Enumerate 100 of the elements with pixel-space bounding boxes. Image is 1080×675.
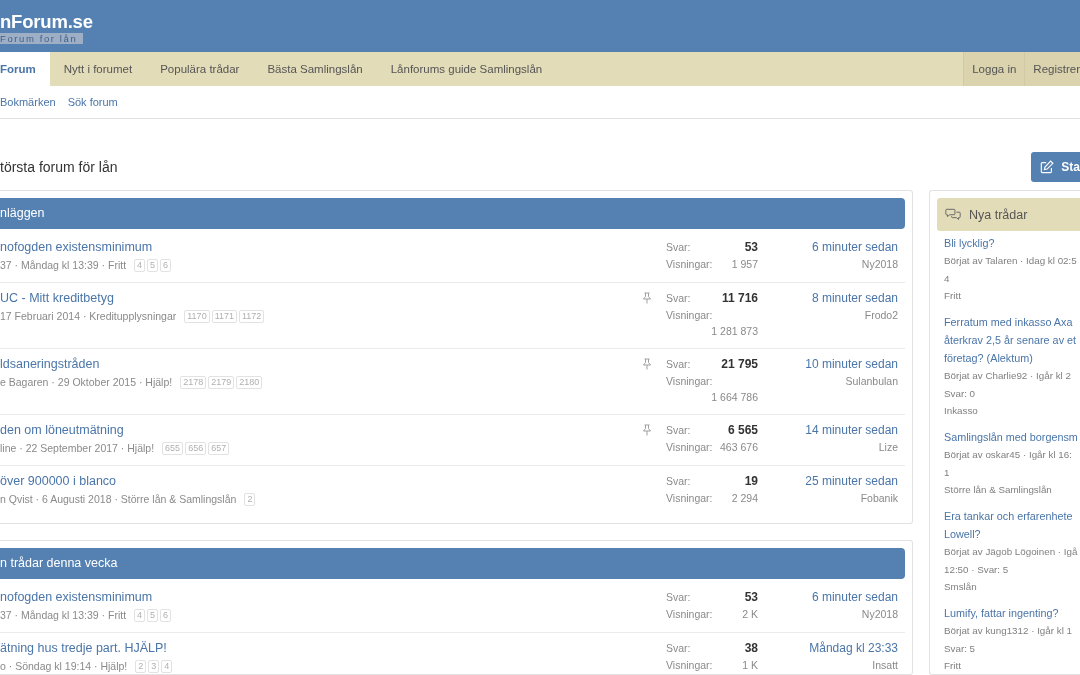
sidebar-title: Nya trådar <box>969 207 1028 222</box>
thread-title[interactable]: ätning hus tredje part. HJÄLP! <box>0 639 167 658</box>
thread-title[interactable]: den om löneutmätning <box>0 421 124 440</box>
page-link[interactable]: 2180 <box>236 375 263 389</box>
thread-title[interactable]: Lumify, fattar ingenting? <box>944 604 1059 622</box>
page-link[interactable]: 2 <box>135 659 147 673</box>
thread-title[interactable]: ldsaneringstråden <box>0 355 100 374</box>
replies-count: 21 795 <box>721 356 758 373</box>
page-link[interactable]: 2178 <box>180 375 207 389</box>
edit-icon <box>1040 160 1055 174</box>
thread-meta: Börjat av Jägob Lögoinen · Igå 12:50 · Svar: 5 <box>944 545 1078 577</box>
last-poster[interactable]: Fobanik <box>860 490 898 506</box>
page-link[interactable]: 1170 <box>184 309 210 323</box>
thread-meta: o · Söndag kl 19:14 · Hjälp! <box>0 659 128 674</box>
thread-meta: line · 22 September 2017 · Hjälp! <box>0 441 155 456</box>
forum-link[interactable]: Större lån & Samlingslån <box>944 481 1052 498</box>
last-post-time[interactable]: 10 minuter sedan <box>805 355 898 373</box>
page-link[interactable]: 4 <box>134 258 146 272</box>
nav-tab[interactable]: Populära trådar <box>146 52 254 86</box>
thread-meta: 17 Februari 2014 · Kreditupplysningar <box>0 309 177 324</box>
page-link[interactable]: 3 <box>148 659 160 673</box>
forum-link[interactable]: Fritt <box>944 287 961 304</box>
replies-count: 53 <box>744 589 758 606</box>
thread-meta: 37 · Måndag kl 13:39 · Fritt <box>0 608 127 623</box>
views-count: 2 K <box>742 607 758 622</box>
forum-link[interactable]: Smslån <box>944 578 977 595</box>
replies-count: 6 565 <box>727 422 758 439</box>
views-label: Visningar: <box>666 308 713 323</box>
last-poster[interactable]: Insatt <box>872 657 898 673</box>
page-link[interactable]: 1172 <box>239 309 265 323</box>
page-link[interactable]: 1171 <box>211 309 237 323</box>
views-label: Visningar: <box>666 257 713 272</box>
views-count: 1 957 <box>731 257 758 272</box>
subnav-link[interactable]: Sök forum <box>67 96 118 108</box>
thread-title[interactable]: Samlingslån med borgensm <box>944 428 1078 446</box>
forum-link[interactable]: Fritt <box>944 657 961 674</box>
thread-meta: Börjat av Talaren · Idag kl 02:5 4 <box>944 254 1077 286</box>
nav-tab[interactable]: Lånforums guide Samlingslån <box>376 52 557 86</box>
section-header: n trådar denna vecka <box>0 548 905 579</box>
page-link[interactable]: 4 <box>161 659 173 673</box>
views-label: Visningar: <box>666 440 713 455</box>
nav-tab[interactable]: Bästa Samlingslån <box>253 52 377 86</box>
account-link[interactable]: Registrer <box>1024 52 1080 86</box>
page-link[interactable]: 6 <box>160 608 172 622</box>
page-link[interactable]: 655 <box>162 441 184 455</box>
thread-meta: n Qvist · 6 Augusti 2018 · Större lån & Samlingslån <box>0 492 237 507</box>
last-poster[interactable]: Sulanbulan <box>845 373 898 389</box>
page-link[interactable]: 6 <box>160 258 172 272</box>
replies-count: 53 <box>744 239 758 256</box>
site-logo[interactable]: nForum.se <box>0 10 93 33</box>
thread-title[interactable]: över 900000 i blanco <box>0 472 117 491</box>
replies-label: Svar: <box>666 357 691 372</box>
thread-meta: Börjat av oskar45 · Igår kl 16: 1 <box>944 448 1072 480</box>
thread-title[interactable]: Bli lycklig? <box>944 234 995 252</box>
last-post-time[interactable]: 6 minuter sedan <box>811 588 898 606</box>
last-post-time[interactable]: 25 minuter sedan <box>805 472 898 490</box>
views-count: 1 K <box>742 658 758 673</box>
page-link[interactable]: 2 <box>244 492 256 506</box>
thread-title[interactable]: Ferratum med inkasso Axa återkrav 2,5 år senare av et företag? (Alektum) <box>944 313 1077 367</box>
last-post-time[interactable]: 8 minuter sedan <box>811 289 898 307</box>
views-count: 1 281 873 <box>711 324 758 339</box>
views-label: Visningar: <box>666 607 713 622</box>
page-link[interactable]: 657 <box>208 441 230 455</box>
views-label: Visningar: <box>666 374 713 389</box>
thread-title[interactable]: nofogden existensminimum <box>0 238 153 257</box>
thread-title[interactable]: UC - Mitt kreditbetyg <box>0 289 114 308</box>
last-poster[interactable]: Ny2018 <box>861 256 898 272</box>
views-label: Visningar: <box>666 658 713 673</box>
thread-meta: e Bagaren · 29 Oktober 2015 · Hjälp! <box>0 375 173 390</box>
section-header: nläggen <box>0 198 905 229</box>
views-count: 463 676 <box>720 440 758 455</box>
account-link[interactable]: Logga in <box>963 52 1025 86</box>
replies-label: Svar: <box>666 641 691 656</box>
thread-meta: Börjat av kung1312 · Igår kl 1 Svar: 5 <box>944 624 1072 656</box>
replies-label: Svar: <box>666 590 691 605</box>
thread-meta: 37 · Måndag kl 13:39 · Fritt <box>0 258 127 273</box>
last-post-time[interactable]: 14 minuter sedan <box>805 421 898 439</box>
new-thread-button[interactable]: Sta <box>1031 152 1080 182</box>
thread-title[interactable]: Era tankar och erfarenhete Lowell? <box>944 507 1073 543</box>
page-title: törsta forum för lån <box>0 159 118 175</box>
replies-label: Svar: <box>666 240 691 255</box>
nav-tab[interactable]: Forum <box>0 52 50 86</box>
page-link[interactable]: 2179 <box>208 375 235 389</box>
page-link[interactable]: 656 <box>185 441 207 455</box>
replies-label: Svar: <box>666 423 691 438</box>
subnav-link[interactable]: Bokmärken <box>0 96 56 108</box>
last-poster[interactable]: Frodo2 <box>864 307 898 323</box>
chat-icon <box>945 207 961 222</box>
replies-count: 11 716 <box>721 290 758 307</box>
thread-title[interactable]: nofogden existensminimum <box>0 588 153 607</box>
forum-link[interactable]: Inkasso <box>944 402 978 419</box>
views-label: Visningar: <box>666 491 713 506</box>
page-link[interactable]: 4 <box>134 608 146 622</box>
last-post-time[interactable]: 6 minuter sedan <box>811 238 898 256</box>
nav-tab[interactable]: Nytt i forumet <box>49 52 147 86</box>
last-poster[interactable]: Lize <box>878 439 898 455</box>
page-link[interactable]: 5 <box>147 608 159 622</box>
last-post-time[interactable]: Måndag kl 23:33 <box>809 639 898 657</box>
page-link[interactable]: 5 <box>147 258 159 272</box>
last-poster[interactable]: Ny2018 <box>861 606 898 622</box>
